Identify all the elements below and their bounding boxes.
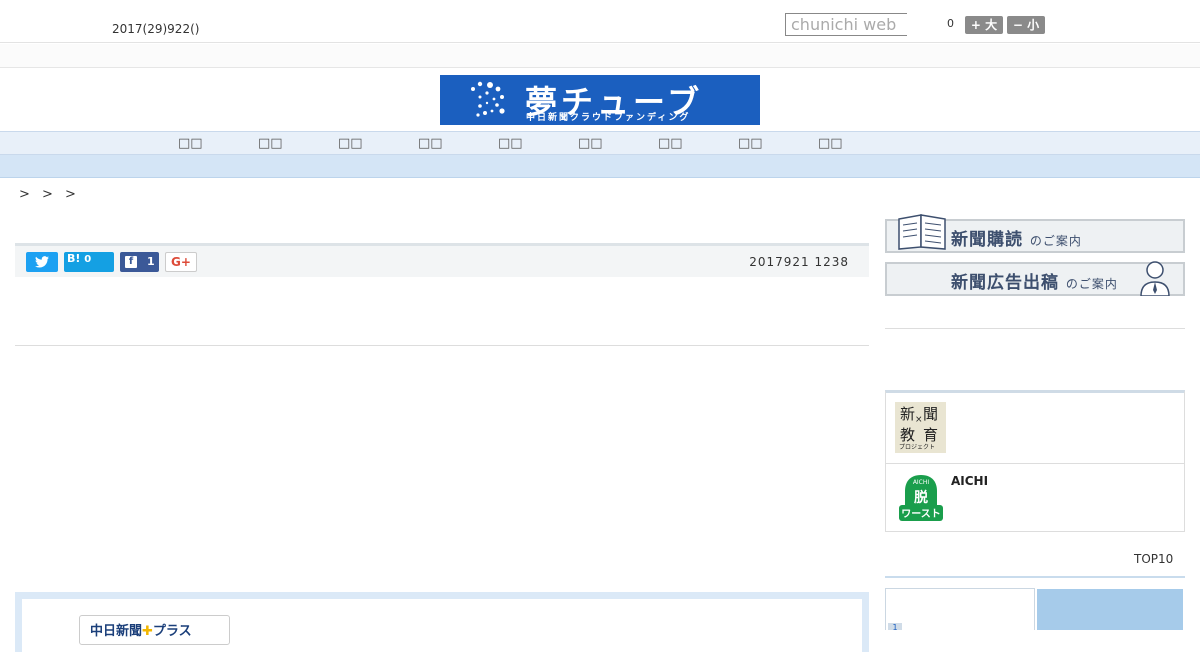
- search-input[interactable]: chunichi web: [785, 13, 907, 36]
- published-time: 2017921 1238: [749, 255, 849, 269]
- edu-char-3: ×: [915, 415, 923, 425]
- edu-project-icon: 新 聞 × 教 育 プロジェクト: [895, 402, 946, 453]
- hatena-bookmark-button[interactable]: B! 0: [64, 252, 114, 272]
- sub-header-bar: [0, 44, 1200, 68]
- nav-item-6[interactable]: □□: [578, 136, 603, 151]
- subscribe-text: 新聞購読 のご案内: [951, 225, 1082, 250]
- nav-item-9[interactable]: □□: [818, 136, 843, 151]
- sidebar-promo-list: 新 聞 × 教 育 プロジェクト AICHI 脱 ワースト AICHI: [885, 390, 1185, 532]
- logo-subtitle: 中日新聞クラウドファンディング: [526, 113, 691, 123]
- facebook-count: 1: [147, 255, 155, 268]
- edu-char-1: 新: [900, 405, 916, 423]
- twitter-share-button[interactable]: [26, 252, 58, 272]
- plus-badge-suffix: プラス: [152, 624, 192, 639]
- nav-item-1[interactable]: □□: [178, 136, 203, 151]
- facebook-icon: f: [125, 256, 137, 268]
- site-logo[interactable]: 夢チューブ 中日新聞クラウドファンディング: [440, 75, 760, 125]
- top-utility-bar: 2017(29)922() chunichi web 0 + 大 − 小: [0, 0, 1200, 43]
- aichi-badge-bottom: ワースト: [901, 508, 941, 520]
- advertise-banner[interactable]: 新聞広告出稿 のご案内: [885, 261, 1185, 296]
- hatena-count: 0: [84, 254, 92, 265]
- edu-project-item[interactable]: 新 聞 × 教 育 プロジェクト: [886, 393, 1184, 464]
- google-plus-button[interactable]: G+: [165, 252, 197, 272]
- advertise-main: 新聞広告出稿: [951, 273, 1059, 293]
- content-divider: [15, 345, 869, 346]
- aichi-badge-mid: 脱: [914, 489, 928, 506]
- edu-sub: プロジェクト: [899, 444, 936, 451]
- counter-value: 0: [947, 17, 954, 30]
- aichi-label: AICHI: [951, 474, 989, 488]
- nav-item-4[interactable]: □□: [418, 136, 443, 151]
- breadcrumb[interactable]: > > >: [19, 187, 80, 202]
- top10-divider: [885, 576, 1185, 578]
- nav-item-3[interactable]: □□: [338, 136, 363, 151]
- plus-star-icon: ✚: [142, 624, 153, 639]
- subscribe-banner[interactable]: 新聞購読 のご案内: [885, 214, 1185, 253]
- newspaper-book-icon: [898, 214, 946, 250]
- current-date: 2017(29)922(): [112, 22, 200, 36]
- nav-item-2[interactable]: □□: [258, 136, 283, 151]
- edu-char-2: 聞: [923, 405, 939, 423]
- promo-box: 中日新聞✚プラス: [15, 592, 869, 659]
- plus-badge-text: 中日新聞: [90, 624, 143, 639]
- promo-inner: 中日新聞✚プラス: [22, 599, 862, 659]
- dots-logo-icon: [471, 81, 505, 117]
- rank-number-1: 1: [888, 623, 902, 632]
- chunichi-plus-badge[interactable]: 中日新聞✚プラス: [79, 615, 230, 645]
- aichi-item[interactable]: AICHI 脱 ワースト AICHI: [886, 465, 1184, 532]
- businessman-icon: [1140, 261, 1170, 296]
- sub-navigation: [0, 155, 1200, 178]
- font-size-small-button[interactable]: − 小: [1007, 16, 1045, 34]
- share-bar: B! 0 f 1 G+ 2017921 1238: [15, 243, 869, 277]
- hatena-label: B!: [67, 252, 81, 265]
- main-navigation: □□ □□ □□ □□ □□ □□ □□ □□ □□: [0, 131, 1200, 155]
- font-size-large-button[interactable]: + 大: [965, 16, 1003, 34]
- facebook-share-button[interactable]: f 1: [120, 252, 159, 272]
- ranking-tab-2[interactable]: [1037, 589, 1183, 630]
- nav-item-7[interactable]: □□: [658, 136, 683, 151]
- nav-item-8[interactable]: □□: [738, 136, 763, 151]
- aichi-badge-top: AICHI: [913, 479, 930, 486]
- aichi-badge-icon: AICHI 脱 ワースト: [899, 475, 943, 521]
- subscribe-main: 新聞購読: [951, 230, 1023, 250]
- top10-heading: TOP10: [1134, 552, 1174, 566]
- advertise-suffix: のご案内: [1065, 277, 1118, 291]
- subscribe-suffix: のご案内: [1029, 234, 1082, 248]
- ranking-tab-1[interactable]: [885, 588, 1035, 630]
- twitter-icon: [35, 256, 49, 268]
- advertise-text: 新聞広告出稿 のご案内: [951, 268, 1118, 293]
- nav-item-5[interactable]: □□: [498, 136, 523, 151]
- sidebar-divider: [885, 328, 1185, 329]
